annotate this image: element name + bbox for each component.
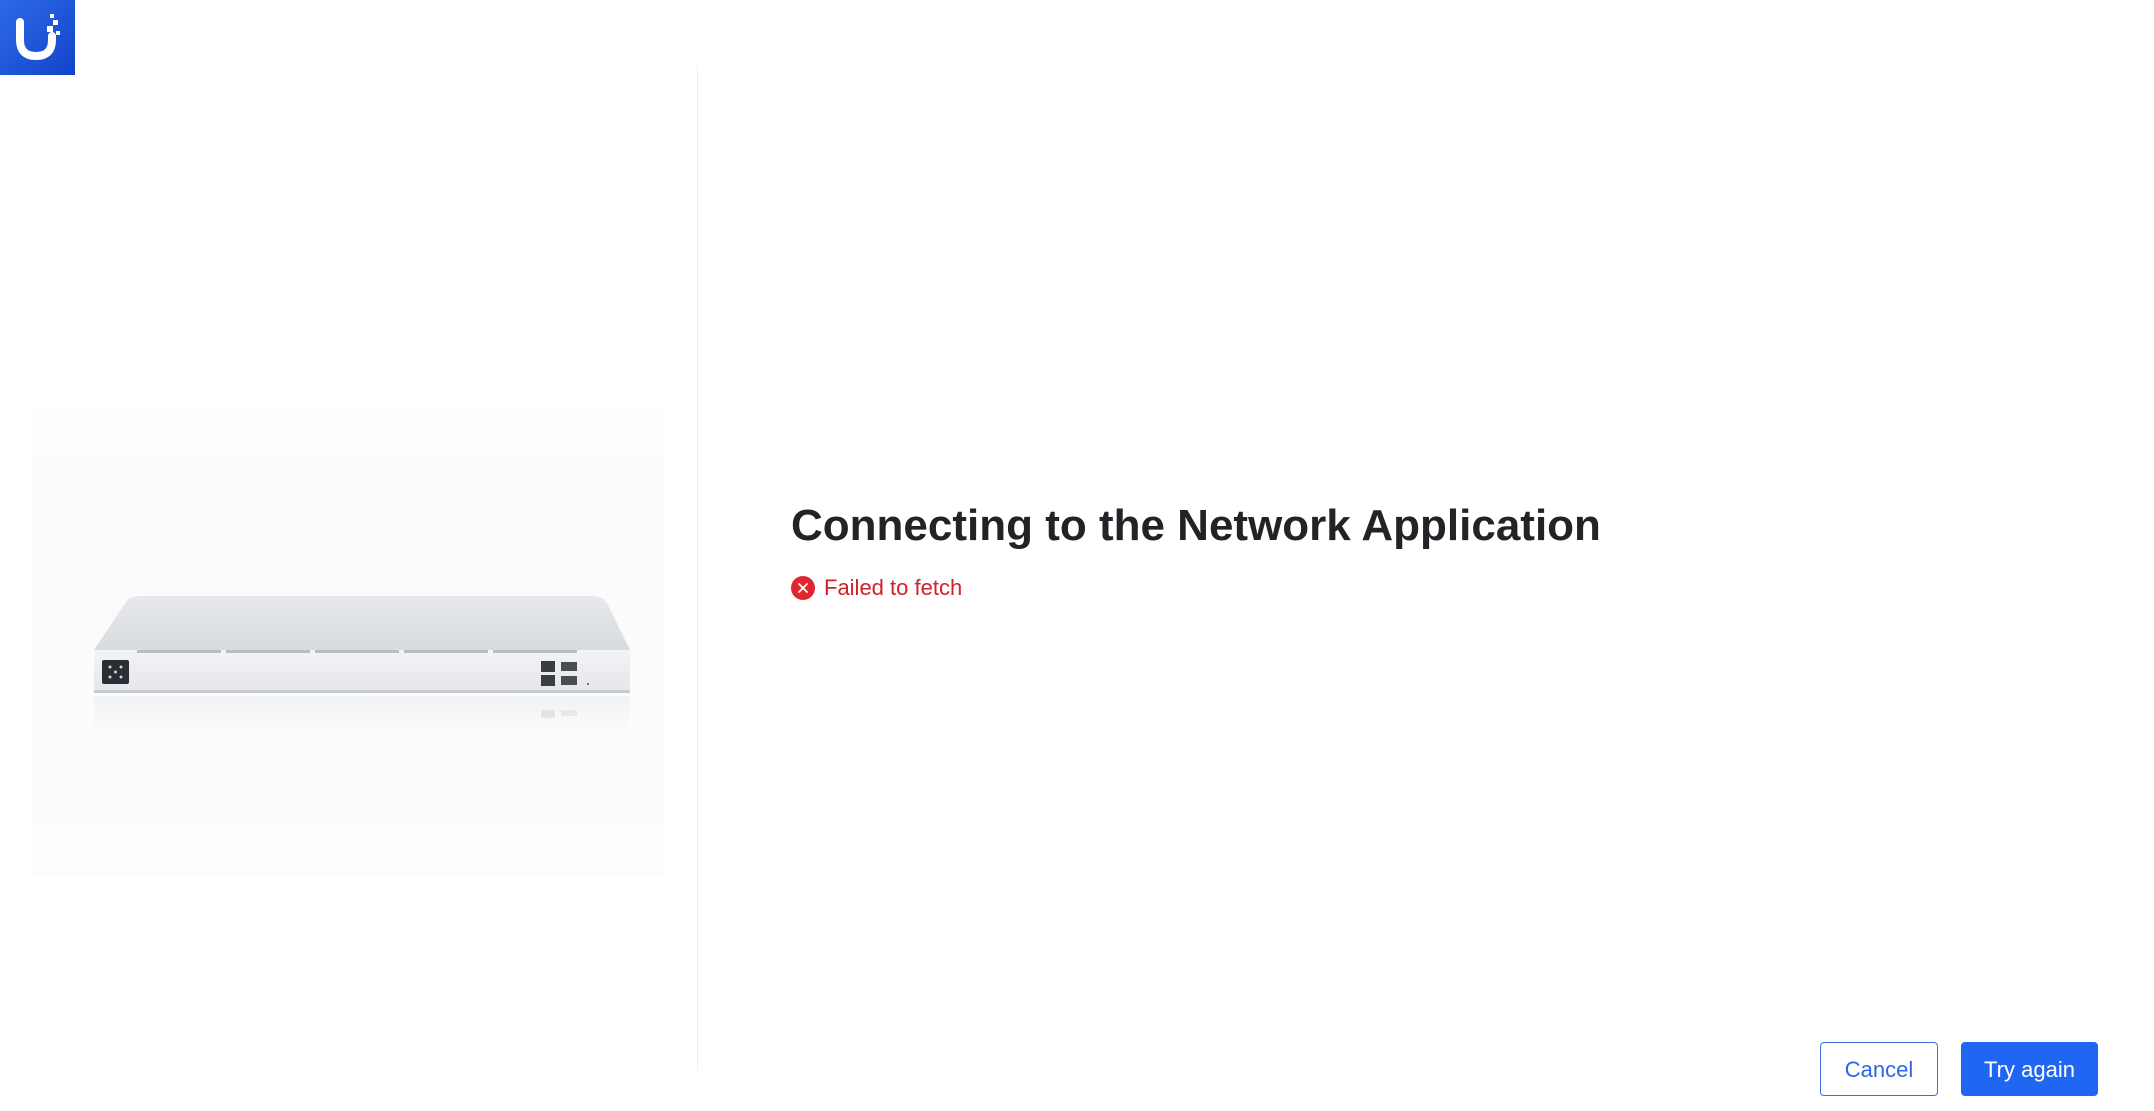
page-title: Connecting to the Network Application bbox=[791, 501, 1601, 550]
ubiquiti-logo-icon[interactable] bbox=[0, 0, 75, 75]
setup-page: Connecting to the Network Application Fa… bbox=[0, 0, 2154, 1111]
error-x-circle-icon bbox=[791, 576, 815, 600]
product-image bbox=[32, 410, 664, 876]
error-text: Failed to fetch bbox=[824, 575, 963, 600]
cancel-button[interactable]: Cancel bbox=[1820, 1042, 1938, 1096]
network-appliance-illustration-icon bbox=[94, 596, 630, 736]
panel-divider bbox=[697, 66, 698, 1071]
connection-status-section: Connecting to the Network Application Fa… bbox=[791, 496, 1601, 602]
try-again-button[interactable]: Try again bbox=[1961, 1042, 2098, 1096]
error-message: Failed to fetch bbox=[791, 574, 1601, 602]
